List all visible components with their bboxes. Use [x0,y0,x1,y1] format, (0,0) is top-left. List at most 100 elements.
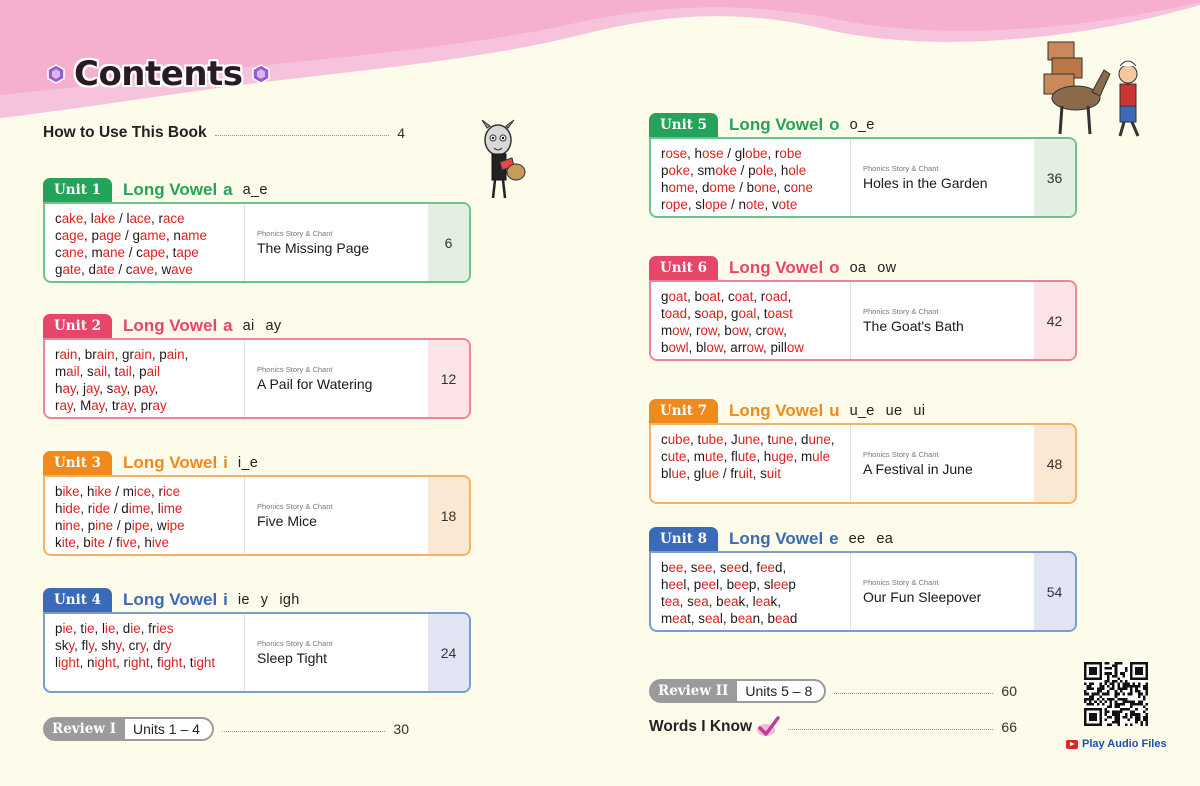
play-audio-link[interactable]: Play Audio Files [1066,738,1167,750]
word-vowel-part: ace [162,211,185,226]
review-2[interactable]: Review II Units 5 – 8 60 [649,679,1017,703]
vowel-letter: u [829,401,840,420]
story-title: Holes in the Garden [863,175,988,191]
toc-how-to-use[interactable]: How to Use This Book 4 [43,124,405,142]
word-vowel-part: uit [738,466,753,482]
word-part: / p [736,163,756,179]
word-part: c [661,432,668,447]
word-vowel-part: ime [160,501,183,517]
word-vowel-part: uge [771,449,794,465]
word-vowel-part: ipe [166,518,185,534]
word-part: , b [722,611,738,627]
vowel-pattern: ee [848,531,866,547]
word-vowel-part: ight [57,655,80,671]
story-title: Our Fun Sleepover [863,589,982,605]
word-line: heel, peel, beep, sleep [661,576,850,593]
word-vowel-part: ow [672,323,689,339]
unit-header: Unit 1 Long Vowel a a_e [43,178,471,202]
word-vowel-part: ee [760,560,775,575]
word-part: , [783,323,787,339]
unit-header: Unit 3 Long Vowel i i_e [43,451,471,475]
word-vowel-part: ope [665,197,688,213]
word-line: hide, ride / dime, lime [55,500,244,517]
unit-1[interactable]: Unit 1 Long Vowel a a_e cake, lake / lace, r… [43,178,471,283]
word-line: bowl, blow, arrow, pillow [661,339,850,356]
word-vowel-part: oad [765,289,788,304]
vowel-letter: o [829,115,840,134]
word-vowel-part: ame [139,228,166,244]
checkmark-icon [757,716,780,736]
unit-2[interactable]: Unit 2 Long Vowel a ai ay rain, brain, grain,… [43,314,471,419]
word-vowel-part: ea [664,594,680,610]
unit-box: cake, lake / lace, race cage, page / game… [43,202,471,283]
word-part: c [55,211,62,226]
unit-7[interactable]: Unit 7 Long Vowel u u_e ue ui cube, tube, June… [649,399,1077,504]
vowel-patterns: o_e [850,117,886,133]
unit-5[interactable]: Unit 5 Long Vowel o o_e rose, hose / globe, … [649,113,1077,218]
review-1[interactable]: Review I Units 1 – 4 30 [43,717,409,741]
long-vowel-text: Long Vowel [123,180,218,199]
long-vowel-text: Long Vowel [729,401,824,420]
word-vowel-part: oad [664,306,688,322]
word-part: , t [690,432,702,447]
word-part: , pill [763,340,787,356]
words-i-know-page: 66 [1001,719,1017,735]
word-line: poke, smoke / pole, hole [661,162,850,179]
long-vowel-text: Long Vowel [729,529,824,548]
word-vowel-part: oat [701,289,721,304]
word-part: , t [72,621,85,636]
words-i-know[interactable]: Words I Know 66 [649,716,1017,738]
word-part: , c [776,180,791,196]
word-vowel-part: ee [701,577,717,593]
unit-header: Unit 5 Long Vowel o o_e [649,113,1077,137]
word-part: , p [80,518,96,534]
word-vowel-part: ail [146,364,160,380]
word-part: , r [151,484,163,499]
unit-3[interactable]: Unit 3 Long Vowel i i_e bike, hike / mice, r… [43,451,471,556]
story-label: Phonics Story & Chant [257,229,333,238]
word-part: , s [690,611,705,627]
word-vowel-part: ave [171,262,193,278]
word-part: , cr [748,323,767,339]
word-part: , tr [104,398,121,414]
word-part: , m [686,449,705,465]
word-part: , r [116,655,128,671]
word-vowel-part: ain [59,347,78,362]
word-part: / fr [719,466,739,482]
word-vowel-part: ight [160,655,183,671]
word-part: , d [81,262,96,278]
word-part: , sl [687,197,705,213]
unit-box: pie, tie, lie, die, fries sky, fly, shy, … [43,612,471,693]
word-part: , h [756,449,772,465]
word-vowel-part: ee [726,560,742,575]
unit-8[interactable]: Unit 8 Long Vowel e ee ea bee, see, seed, fee… [649,527,1077,632]
story-label: Phonics Story & Chant [863,307,939,316]
word-part: / p [113,518,132,534]
unit-4[interactable]: Unit 4 Long Vowel i ie y igh pie, tie, lie, di… [43,588,471,693]
word-part: , d [115,621,131,636]
word-part: , t [760,432,772,447]
word-part: / n [727,197,746,213]
word-vowel-part: ive [151,535,169,551]
vowel-pattern: y [260,592,269,608]
word-vowel-part: ow [766,323,784,339]
word-vowel-part: ate [62,262,82,278]
qr-code[interactable] [1084,662,1148,726]
long-vowel-heading: Long Vowel i [123,590,228,610]
word-vowel-part: ide [62,501,81,517]
word-part: , b [708,594,724,610]
unit-page-number: 12 [428,340,469,417]
unit-6[interactable]: Unit 6 Long Vowel o oa ow goat, boat, coat, r… [649,256,1077,361]
word-part: , b [75,535,91,551]
story-label: Phonics Story & Chant [863,164,939,173]
word-vowel-part: une [737,432,761,447]
vowel-pattern: o_e [849,117,875,133]
gem-icon [47,64,65,84]
story-block: Phonics Story & Chant The Goat's Bath [851,282,1034,359]
word-vowel-part: ike [94,484,112,499]
unit-box: goat, boat, coat, road, toad, soap, goal,… [649,280,1077,361]
word-line: mail, sail, tail, pail [55,363,244,380]
vowel-pattern: oa [849,260,867,276]
word-part: , [782,560,787,575]
word-vowel-part: ay [113,381,127,397]
